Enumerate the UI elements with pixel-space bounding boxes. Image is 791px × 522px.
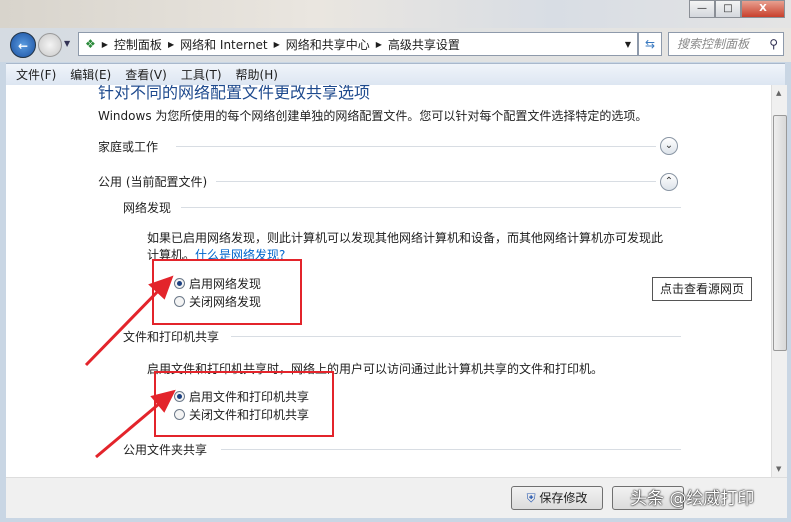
content-pane: 针对不同的网络配置文件更改共享选项 Windows 为您所使用的每个网络创建单独…: [6, 85, 771, 477]
breadcrumb-item[interactable]: 高级共享设置: [388, 36, 460, 53]
chevron-right-icon: ▶: [167, 39, 175, 49]
control-panel-icon: ❖: [85, 37, 96, 51]
menu-view[interactable]: 查看(V): [125, 66, 167, 83]
menu-file[interactable]: 文件(F): [16, 66, 56, 83]
search-input[interactable]: 搜索控制面板 ⚲: [668, 32, 784, 56]
back-button[interactable]: ←: [10, 32, 36, 58]
chevron-right-icon: ▶: [273, 39, 280, 49]
minimize-button[interactable]: —: [689, 0, 715, 18]
address-dropdown-icon[interactable]: ▼: [625, 40, 631, 49]
chevron-right-icon: ▶: [375, 39, 382, 49]
annotation-arrows: [84, 275, 176, 459]
title-bar: — □ X: [0, 0, 791, 30]
scroll-thumb[interactable]: [773, 115, 787, 351]
watermark: 头条 @绘威打印: [630, 489, 755, 509]
scroll-down-icon[interactable]: ▼: [776, 465, 781, 473]
forward-button[interactable]: [38, 33, 62, 57]
vertical-scrollbar[interactable]: ▲ ▼: [771, 85, 787, 477]
address-bar[interactable]: ❖ ▶ 控制面板 ▶ 网络和 Internet ▶ 网络和共享中心 ▶ 高级共享…: [78, 32, 638, 56]
breadcrumb-item[interactable]: 网络和共享中心: [286, 36, 370, 53]
menu-bar: 文件(F) 编辑(E) 查看(V) 工具(T) 帮助(H): [6, 63, 785, 85]
uac-shield-icon: ⛨: [526, 491, 536, 505]
history-dropdown-icon[interactable]: ▼: [64, 39, 70, 48]
chevron-right-icon: ▶: [101, 39, 108, 49]
close-button[interactable]: X: [741, 0, 785, 18]
menu-edit[interactable]: 编辑(E): [70, 66, 111, 83]
refresh-button[interactable]: ⇆: [638, 32, 662, 56]
menu-tools[interactable]: 工具(T): [181, 66, 222, 83]
scroll-up-icon[interactable]: ▲: [776, 89, 781, 97]
breadcrumb-item[interactable]: 网络和 Internet: [180, 36, 267, 53]
save-changes-button[interactable]: ⛨ 保存修改: [511, 486, 603, 510]
menu-help[interactable]: 帮助(H): [236, 66, 278, 83]
search-icon[interactable]: ⚲: [769, 33, 778, 55]
navigation-bar: ← ▼ ❖ ▶ 控制面板 ▶ 网络和 Internet ▶ 网络和共享中心 ▶ …: [0, 28, 791, 62]
maximize-button[interactable]: □: [715, 0, 741, 18]
search-placeholder: 搜索控制面板: [677, 37, 750, 51]
breadcrumb-item[interactable]: 控制面板: [114, 36, 162, 53]
